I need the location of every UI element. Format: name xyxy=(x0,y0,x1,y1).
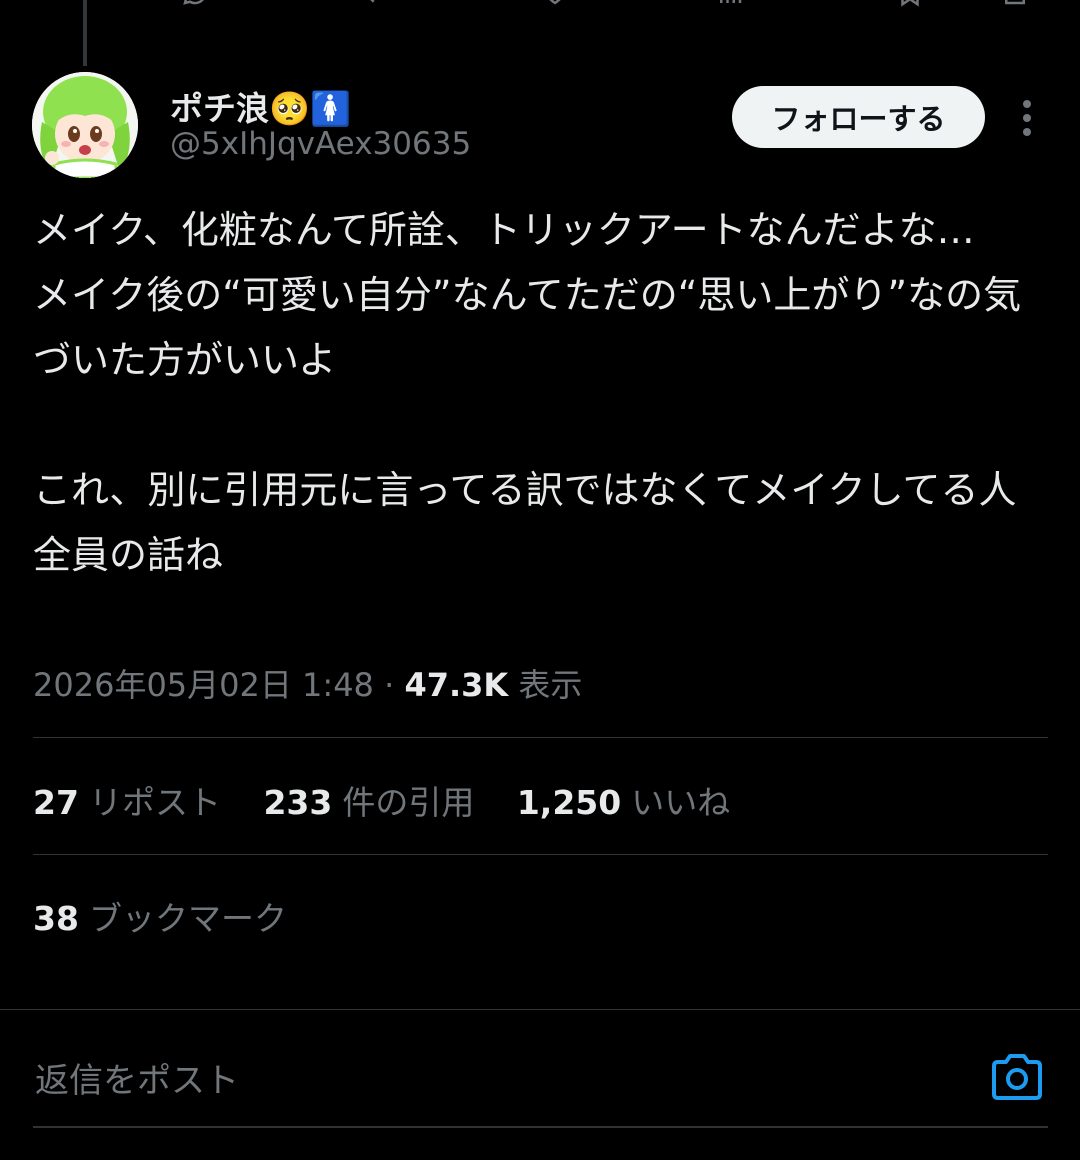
like-icon[interactable] xyxy=(540,0,570,15)
follow-button[interactable]: フォローする xyxy=(732,86,985,148)
more-options-button[interactable] xyxy=(1010,96,1044,140)
reply-icon[interactable] xyxy=(180,0,210,15)
likes-count: 1,250 xyxy=(516,783,622,822)
quotes-stat[interactable]: 233 件の引用 xyxy=(263,776,474,824)
views-icon[interactable] xyxy=(715,0,745,15)
more-vertical-icon xyxy=(1023,100,1031,136)
engagement-stats: 27 リポスト 233 件の引用 1,250 いいね xyxy=(33,776,762,824)
reply-input[interactable] xyxy=(33,1050,937,1112)
reposts-count: 27 xyxy=(33,783,79,822)
display-name[interactable]: ポチ浪🥺🚺 xyxy=(170,82,351,130)
bookmark-icon[interactable] xyxy=(895,0,925,15)
divider xyxy=(0,1009,1080,1010)
divider xyxy=(33,854,1048,855)
thread-connector-line xyxy=(83,0,87,66)
bookmarks-label: ブックマーク xyxy=(88,899,287,938)
views-count: 47.3K xyxy=(404,666,509,704)
repost-icon[interactable] xyxy=(360,0,390,15)
avatar[interactable] xyxy=(32,72,138,178)
post-text: メイク、化粧なんて所詮、トリックアートなんだよな… メイク後の“可愛い自分”なん… xyxy=(33,208,1022,577)
divider xyxy=(33,737,1048,738)
share-icon[interactable] xyxy=(1000,0,1030,15)
post-meta: 2026年05月02日 1:48 · 47.3K 表示 xyxy=(33,660,582,706)
likes-label: いいね xyxy=(631,783,731,822)
likes-stat[interactable]: 1,250 いいね xyxy=(517,776,730,824)
quotes-count: 233 xyxy=(263,783,333,822)
reposts-stat[interactable]: 27 リポスト xyxy=(33,776,221,824)
quotes-label: 件の引用 xyxy=(342,783,475,822)
reply-underline xyxy=(33,1126,1048,1128)
reposts-label: リポスト xyxy=(88,783,221,822)
bookmarks-stat[interactable]: 38 ブックマーク xyxy=(33,892,287,940)
anime-character-avatar xyxy=(32,72,138,178)
user-handle[interactable]: @5xIhJqvAex30635 xyxy=(170,126,471,162)
views-label: 表示 xyxy=(518,666,583,704)
camera-icon xyxy=(992,1054,1042,1100)
previous-post-actions xyxy=(0,0,1080,8)
meta-separator: · xyxy=(384,666,395,704)
bookmarks-count: 38 xyxy=(33,899,79,938)
post-timestamp[interactable]: 2026年05月02日 1:48 xyxy=(33,666,374,704)
camera-button[interactable] xyxy=(990,1052,1044,1102)
